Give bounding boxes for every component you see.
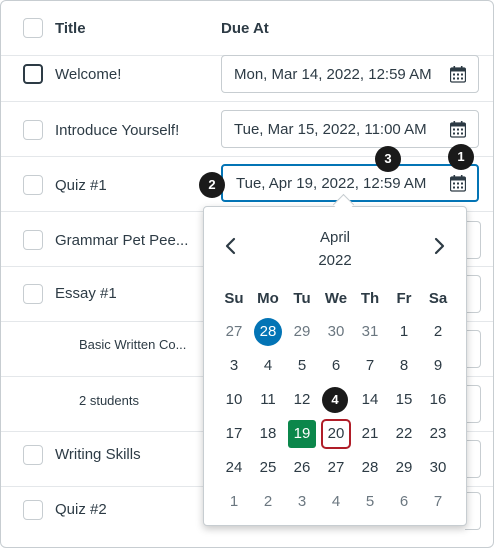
calendar-day[interactable]: 1 xyxy=(217,485,251,519)
table-row: Introduce Yourself! Tue, Mar 15, 2022, 1… xyxy=(1,102,493,157)
step-marker: 2 xyxy=(199,172,225,198)
select-all-checkbox[interactable] xyxy=(23,18,43,38)
due-date-value: Tue, Mar 15, 2022, 11:00 AM xyxy=(234,121,427,138)
calendar-day[interactable]: 6 xyxy=(387,485,421,519)
calendar-day[interactable]: 7 xyxy=(353,349,387,383)
step-marker: 1 xyxy=(448,144,474,170)
due-date-input[interactable]: Mon, Mar 14, 2022, 12:59 AM xyxy=(221,55,479,93)
calendar-day[interactable]: 29 xyxy=(387,451,421,485)
table-row: Welcome! Mon, Mar 14, 2022, 12:59 AM xyxy=(1,47,493,102)
calendar-day[interactable]: 23 xyxy=(421,417,455,451)
calendar-day[interactable]: 11 xyxy=(251,383,285,417)
calendar-day[interactable]: 28 xyxy=(353,451,387,485)
weekday-header: Sa xyxy=(428,290,448,307)
weekday-header: Th xyxy=(360,290,380,307)
calendar-day[interactable]: 22 xyxy=(387,417,421,451)
assignment-title: Essay #1 xyxy=(55,285,117,302)
calendar-day[interactable]: 15 xyxy=(387,383,421,417)
calendar-day[interactable]: 7 xyxy=(421,485,455,519)
assignment-title: Introduce Yourself! xyxy=(55,122,180,139)
calendar-icon[interactable] xyxy=(450,121,466,138)
due-date-input[interactable] xyxy=(465,492,481,530)
calendar-day[interactable]: 6 xyxy=(319,349,353,383)
calendar-day[interactable]: 19 xyxy=(288,420,316,448)
table-row: Quiz #1 Tue, Apr 19, 2022, 12:59 AM xyxy=(1,157,493,212)
calendar-day[interactable]: 10 xyxy=(217,383,251,417)
due-date-input[interactable] xyxy=(465,330,481,368)
calendar-day[interactable]: 16 xyxy=(421,383,455,417)
assignment-title: Writing Skills xyxy=(55,446,141,463)
weekday-header: Fr xyxy=(396,290,412,307)
due-column-header: Due At xyxy=(221,20,269,37)
row-checkbox[interactable] xyxy=(23,120,43,140)
calendar-day[interactable]: 30 xyxy=(421,451,455,485)
calendar-day[interactable]: 8 xyxy=(387,349,421,383)
calendar-day[interactable]: 24 xyxy=(217,451,251,485)
row-checkbox[interactable] xyxy=(23,230,43,250)
calendar-day[interactable]: 18 xyxy=(251,417,285,451)
calendar-day[interactable]: 2 xyxy=(421,315,455,349)
calendar-day[interactable]: 29 xyxy=(285,315,319,349)
calendar-icon[interactable] xyxy=(450,175,466,192)
calendar-day[interactable]: 5 xyxy=(353,485,387,519)
calendar-day[interactable]: 2 xyxy=(251,485,285,519)
calendar-day[interactable]: 3 xyxy=(285,485,319,519)
calendar-day[interactable]: 4 xyxy=(251,349,285,383)
calendar-day[interactable]: 5 xyxy=(285,349,319,383)
due-date-input[interactable] xyxy=(465,275,481,313)
title-column-header: Title xyxy=(55,20,86,37)
calendar-day[interactable]: 27 xyxy=(217,315,251,349)
due-date-value: Mon, Mar 14, 2022, 12:59 AM xyxy=(234,66,432,83)
calendar-day[interactable]: 1 xyxy=(387,315,421,349)
date-picker-popup: April 2022 Su Mo Tu We Th Fr Sa 27 28 29 30 31 1 2 3 4 5… xyxy=(203,206,467,526)
assignment-title: Grammar Pet Pee... xyxy=(55,232,189,249)
due-date-input[interactable] xyxy=(465,221,481,259)
weekday-header: Tu xyxy=(293,290,311,307)
due-date-value: Tue, Apr 19, 2022, 12:59 AM xyxy=(236,175,427,192)
weekday-header: Su xyxy=(224,290,244,307)
calendar-month: April xyxy=(319,229,350,246)
weekday-header: Mo xyxy=(257,290,279,307)
next-month-button[interactable] xyxy=(430,237,448,255)
weekday-header: We xyxy=(324,290,348,307)
calendar-day[interactable]: 27 xyxy=(319,451,353,485)
assignment-title: Quiz #1 xyxy=(55,177,107,194)
calendar-day[interactable]: 12 xyxy=(285,383,319,417)
due-date-input[interactable] xyxy=(465,440,481,478)
calendar-day[interactable]: 25 xyxy=(251,451,285,485)
row-checkbox[interactable] xyxy=(23,175,43,195)
assignment-title: Welcome! xyxy=(55,66,122,83)
assignment-subtitle: 2 students xyxy=(79,393,139,408)
calendar-day[interactable]: 17 xyxy=(217,417,251,451)
due-date-input[interactable] xyxy=(465,385,481,423)
calendar-day[interactable]: 26 xyxy=(285,451,319,485)
due-date-input[interactable]: Tue, Mar 15, 2022, 11:00 AM xyxy=(221,110,479,148)
row-checkbox[interactable] xyxy=(23,284,43,304)
calendar-day[interactable]: 20 xyxy=(321,419,351,449)
calendar-day[interactable]: 28 xyxy=(254,318,282,346)
calendar-icon[interactable] xyxy=(450,66,466,83)
due-date-input-active[interactable]: Tue, Apr 19, 2022, 12:59 AM xyxy=(221,164,479,202)
row-checkbox[interactable] xyxy=(23,64,43,84)
assignment-subtitle: Basic Written Co... xyxy=(79,337,187,352)
assignment-title: Quiz #2 xyxy=(55,501,107,518)
step-marker: 4 xyxy=(322,387,348,413)
row-checkbox[interactable] xyxy=(23,500,43,520)
calendar-day[interactable]: 30 xyxy=(319,315,353,349)
calendar-day[interactable]: 14 xyxy=(353,383,387,417)
calendar-day[interactable]: 21 xyxy=(353,417,387,451)
calendar-day[interactable]: 3 xyxy=(217,349,251,383)
calendar-day[interactable]: 31 xyxy=(353,315,387,349)
step-marker: 3 xyxy=(375,146,401,172)
calendar-year: 2022 xyxy=(318,252,352,269)
calendar-day[interactable]: 4 xyxy=(319,485,353,519)
row-checkbox[interactable] xyxy=(23,445,43,465)
calendar-day[interactable]: 9 xyxy=(421,349,455,383)
